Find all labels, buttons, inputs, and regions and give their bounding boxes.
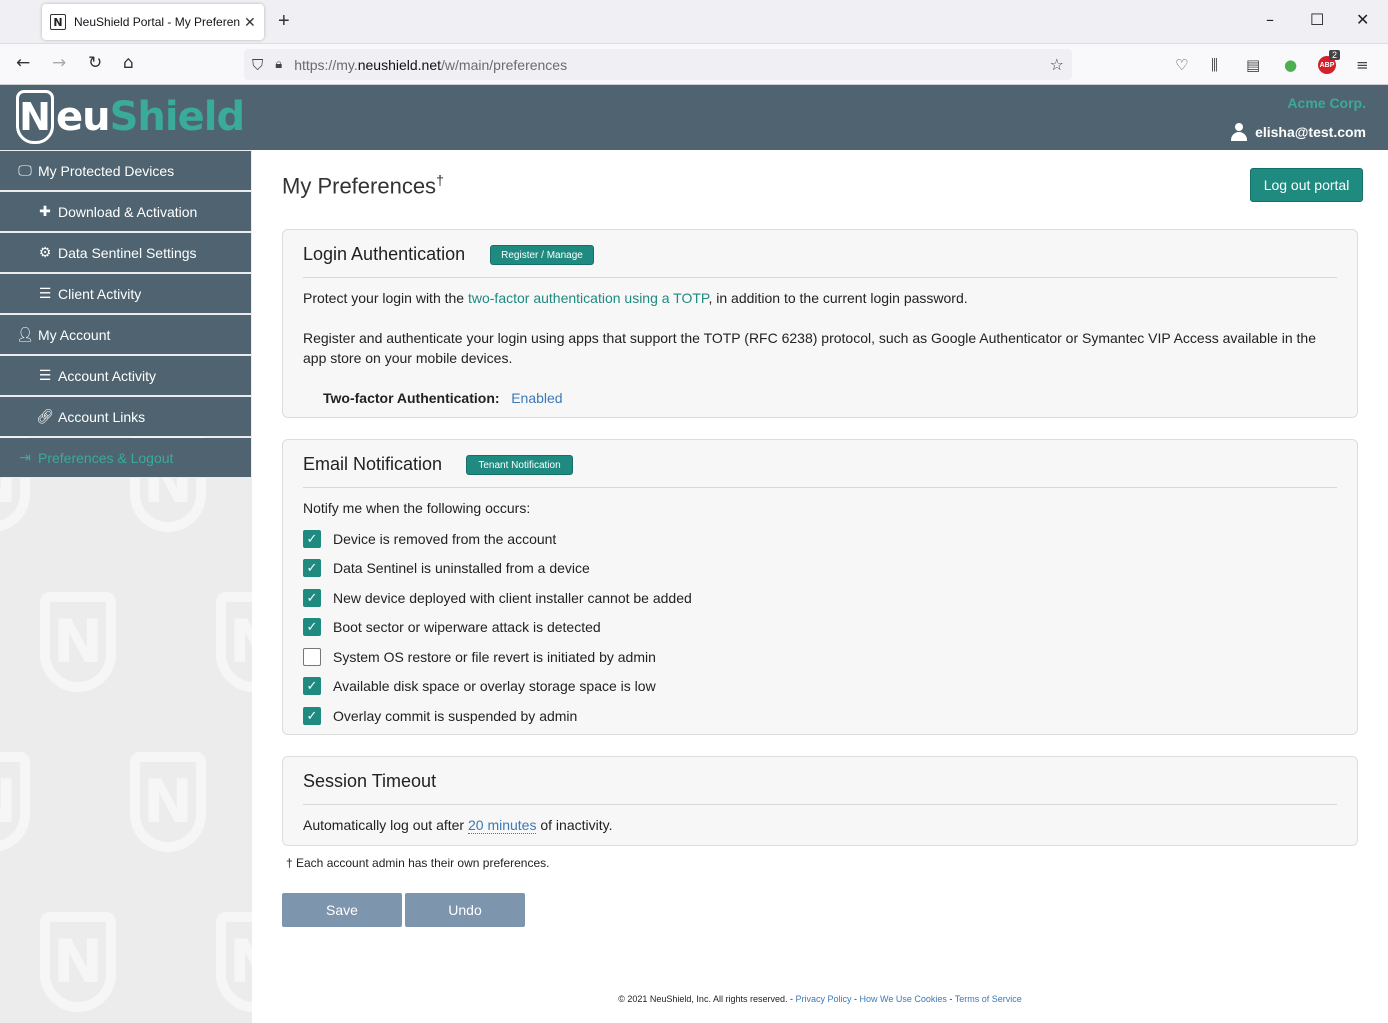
tenant-notification-button[interactable]: Tenant Notification xyxy=(466,455,573,475)
two-factor-status: Two-factor Authentication: Enabled xyxy=(323,390,563,406)
tab-close-icon[interactable]: ✕ xyxy=(244,14,256,31)
shield-logo-icon: N xyxy=(16,90,54,144)
totp-description: Protect your login with the two-factor a… xyxy=(303,290,968,306)
sidebar-item-data-sentinel-settings[interactable]: ⚙ Data Sentinel Settings xyxy=(0,233,251,273)
browser-nav-bar: ← → ↻ ⌂ ⛉ 🔒︎ https://my.neushield.net/w/… xyxy=(0,44,1388,85)
monitor-icon: 🖵︎ xyxy=(18,162,32,179)
maximize-icon[interactable]: ☐ xyxy=(1310,10,1324,29)
gears-icon: ⚙ xyxy=(38,244,52,261)
cookies-link[interactable]: How We Use Cookies xyxy=(859,994,946,1004)
sign-out-icon: ⇥ xyxy=(19,449,31,466)
new-tab-icon[interactable]: + xyxy=(278,10,290,33)
shield-watermark-icon: N xyxy=(216,912,252,1012)
checkbox-checked-icon[interactable]: ✓ xyxy=(303,677,321,695)
login-authentication-heading: Login Authentication xyxy=(303,244,466,264)
undo-button[interactable]: Undo xyxy=(405,893,525,927)
browser-tab[interactable]: N NeuShield Portal - My Preferences ✕ xyxy=(42,4,264,40)
terms-link[interactable]: Terms of Service xyxy=(955,994,1022,1004)
notify-option-disk-space-low[interactable]: ✓ Available disk space or overlay storage… xyxy=(303,677,656,695)
reload-icon[interactable]: ↻ xyxy=(88,53,102,73)
shield-watermark-icon: N xyxy=(216,592,252,692)
sidebar-item-download-activation[interactable]: ✚ Download & Activation xyxy=(0,192,251,232)
email-notification-heading: Email Notification xyxy=(303,454,443,474)
footnote: † Each account admin has their own prefe… xyxy=(286,856,550,870)
notify-option-device-not-added[interactable]: ✓ New device deployed with client install… xyxy=(303,589,692,607)
main-content: My Preferences† Log out portal Login Aut… xyxy=(252,150,1388,1023)
checkbox-unchecked-icon[interactable] xyxy=(303,648,321,666)
checkbox-checked-icon[interactable]: ✓ xyxy=(303,707,321,725)
divider xyxy=(303,277,1337,278)
list-icon: ☰ xyxy=(38,367,52,384)
sidebar-toggle-icon[interactable]: ▤ xyxy=(1246,56,1260,74)
register-manage-button[interactable]: Register / Manage xyxy=(490,245,594,265)
two-factor-status-value[interactable]: Enabled xyxy=(511,390,562,406)
divider xyxy=(303,487,1337,488)
page-footer: © 2021 NeuShield, Inc. All rights reserv… xyxy=(618,994,1022,1004)
library-icon[interactable]: ⫼ xyxy=(1211,56,1218,74)
notify-option-boot-sector-attack[interactable]: ✓ Boot sector or wiperware attack is dete… xyxy=(303,618,601,636)
sidebar-item-account-activity[interactable]: ☰ Account Activity xyxy=(0,356,251,396)
divider xyxy=(303,804,1337,805)
privacy-policy-link[interactable]: Privacy Policy xyxy=(795,994,851,1004)
user-icon xyxy=(1231,123,1248,141)
tracking-shield-icon[interactable]: ⛉ xyxy=(252,56,263,74)
checkbox-checked-icon[interactable]: ✓ xyxy=(303,618,321,636)
link-icon: 🔗︎ xyxy=(36,408,54,425)
window-close-icon[interactable]: ✕ xyxy=(1356,10,1369,29)
browser-tab-bar: N NeuShield Portal - My Preferences ✕ + … xyxy=(0,0,1388,44)
company-name: Acme Corp. xyxy=(1287,95,1366,111)
sidebar-item-preferences-logout[interactable]: ⇥ Preferences & Logout xyxy=(0,438,251,478)
plus-icon: ✚ xyxy=(39,203,51,220)
sidebar-item-my-protected-devices[interactable]: 🖵︎ My Protected Devices xyxy=(0,151,251,191)
sidebar-item-my-account[interactable]: 👤︎ My Account xyxy=(0,315,251,355)
email-notification-card: Email Notification Tenant Notification N… xyxy=(282,439,1358,735)
user-icon: 👤︎ xyxy=(16,326,34,343)
user-menu[interactable]: elisha@test.com xyxy=(1231,123,1366,141)
neushield-logo[interactable]: N eu Shield xyxy=(16,88,245,146)
user-email: elisha@test.com xyxy=(1255,124,1366,140)
bookmark-star-icon[interactable]: ☆ xyxy=(1050,55,1064,74)
tab-title: NeuShield Portal - My Preferences xyxy=(74,15,240,29)
menu-icon[interactable]: ≡ xyxy=(1356,56,1369,74)
logout-portal-button[interactable]: Log out portal xyxy=(1250,168,1363,202)
shield-watermark-icon: N xyxy=(40,912,116,1012)
checkbox-checked-icon[interactable]: ✓ xyxy=(303,559,321,577)
totp-apps-description: Register and authenticate your login usi… xyxy=(303,330,1316,366)
session-timeout-card: Session Timeout Automatically log out af… xyxy=(282,756,1358,846)
list-icon: ☰ xyxy=(38,285,52,302)
notify-intro: Notify me when the following occurs: xyxy=(303,500,531,516)
extension-js-icon[interactable]: ● xyxy=(1284,56,1297,74)
adblock-badge: 2 xyxy=(1329,50,1341,60)
shield-watermark-icon: N xyxy=(130,752,206,852)
shield-watermark-icon: N xyxy=(0,752,30,852)
save-button[interactable]: Save xyxy=(282,893,402,927)
session-timeout-heading: Session Timeout xyxy=(303,771,437,791)
totp-link[interactable]: two-factor authentication using a TOTP xyxy=(468,290,708,306)
back-icon[interactable]: ← xyxy=(16,53,30,73)
page-title: My Preferences† xyxy=(282,172,444,199)
notify-option-sentinel-uninstalled[interactable]: ✓ Data Sentinel is uninstalled from a dev… xyxy=(303,559,590,577)
home-icon[interactable]: ⌂ xyxy=(123,53,134,73)
lock-icon[interactable]: 🔒︎ xyxy=(275,57,282,72)
login-authentication-card: Login Authentication Register / Manage P… xyxy=(282,229,1358,418)
session-timeout-text: Automatically log out after 20 minutes o… xyxy=(303,817,613,834)
url-bar[interactable]: ⛉ 🔒︎ https://my.neushield.net/w/main/pre… xyxy=(244,49,1072,80)
minimize-icon[interactable]: – xyxy=(1266,10,1274,29)
sidebar-item-account-links[interactable]: 🔗︎ Account Links xyxy=(0,397,251,437)
timeout-selector[interactable]: 20 minutes xyxy=(467,817,537,834)
checkbox-checked-icon[interactable]: ✓ xyxy=(303,589,321,607)
checkbox-checked-icon[interactable]: ✓ xyxy=(303,530,321,548)
url-text[interactable]: https://my.neushield.net/w/main/preferen… xyxy=(294,57,567,73)
notify-option-overlay-suspended[interactable]: ✓ Overlay commit is suspended by admin xyxy=(303,707,577,725)
notify-option-os-restore[interactable]: System OS restore or file revert is init… xyxy=(303,648,656,666)
forward-icon[interactable]: → xyxy=(52,53,66,73)
sidebar-item-client-activity[interactable]: ☰ Client Activity xyxy=(0,274,251,314)
shield-watermark-icon: N xyxy=(40,592,116,692)
neushield-favicon-icon: N xyxy=(50,14,66,30)
pocket-icon[interactable]: ♡ xyxy=(1175,56,1188,74)
notify-option-device-removed[interactable]: ✓ Device is removed from the account xyxy=(303,530,556,548)
